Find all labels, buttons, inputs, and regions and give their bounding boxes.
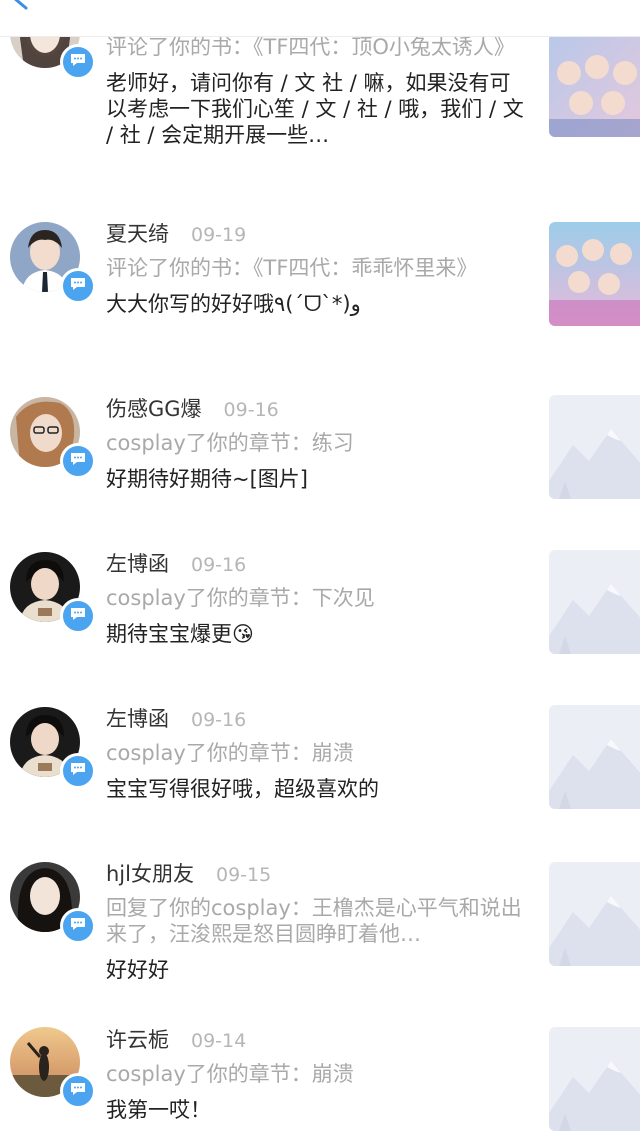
- user-name[interactable]: 许云栀: [106, 1028, 169, 1052]
- message-date: 09-19: [191, 224, 247, 246]
- comment-badge: [60, 443, 96, 479]
- user-avatar[interactable]: [10, 707, 96, 789]
- message-date: 09-15: [215, 864, 272, 886]
- message-row[interactable]: 许云栀 09-14 cosplay了你的章节：崩溃 我第一哎！: [0, 1003, 640, 1140]
- user-name[interactable]: 夏天绮: [106, 222, 169, 246]
- message-row[interactable]: hjl女朋友 09-15 回复了你的cosplay：王橹杰是心平气和说出来了，汪浚…: [0, 836, 640, 1004]
- message-date: 09-14: [191, 1030, 247, 1052]
- comment-bubble-icon: [69, 451, 87, 471]
- message-content: 夏天绮 09-19 评论了你的书：《TF四代：乖乖怀里来》 大大你写的好好哦٩(ˊ…: [106, 219, 526, 317]
- comment-text: 宝宝写得很好哦，超级喜欢的: [106, 777, 379, 801]
- message-date: 09-16: [223, 399, 279, 421]
- user-name[interactable]: hjl女朋友: [106, 862, 194, 886]
- user-avatar[interactable]: [10, 552, 96, 634]
- action-text: cosplay了你的章节：练习: [106, 431, 354, 455]
- user-avatar[interactable]: [10, 397, 96, 479]
- placeholder-thumbnail[interactable]: [549, 705, 640, 809]
- comment-bubble-icon: [69, 916, 87, 936]
- action-text: 回复了你的cosplay：王橹杰是心平气和说出来了，汪浚熙是怒目圆睁盯着他…: [106, 896, 522, 946]
- user-avatar[interactable]: [10, 862, 96, 944]
- message-row[interactable]: 左博函 09-16 cosplay了你的章节：下次见 期待宝宝爆更😘: [0, 526, 640, 682]
- comment-badge: [60, 908, 96, 944]
- comment-text: 期待宝宝爆更😘: [106, 622, 254, 646]
- comment-badge: [60, 753, 96, 789]
- message-date: 09-16: [191, 709, 247, 731]
- book-cover-image: [549, 33, 640, 137]
- action-text: 评论了你的书：《TF四代：顶O小兔太诱人》: [106, 35, 515, 59]
- book-cover-thumbnail[interactable]: [549, 222, 640, 326]
- comment-bubble-icon: [69, 276, 87, 296]
- message-date: 09-16: [191, 554, 247, 576]
- comment-bubble-icon: [69, 606, 87, 626]
- top-nav-bar: [0, 0, 640, 37]
- comment-bubble-icon: [69, 52, 87, 72]
- message-row[interactable]: 伤感GG爆 09-16 cosplay了你的章节：练习 好期待好期待~[图片]: [0, 371, 640, 527]
- placeholder-thumbnail[interactable]: [549, 395, 640, 499]
- book-cover-image: [549, 222, 640, 326]
- placeholder-thumbnail[interactable]: [549, 550, 640, 654]
- comment-badge: [60, 44, 96, 80]
- message-list: 评论了你的书：《TF四代：顶O小兔太诱人》 老师好，请问你有 / 文 社 / 嘛…: [0, 0, 640, 1140]
- user-name[interactable]: 左博函: [106, 707, 169, 731]
- action-text: cosplay了你的章节：下次见: [106, 586, 375, 610]
- message-row[interactable]: 夏天绮 09-19 评论了你的书：《TF四代：乖乖怀里来》 大大你写的好好哦٩(ˊ…: [0, 196, 640, 372]
- comment-text: 大大你写的好好哦٩(ˊᗜˋ*)و: [106, 292, 361, 316]
- message-content: 左博函 09-16 cosplay了你的章节：崩溃 宝宝写得很好哦，超级喜欢的: [106, 704, 526, 802]
- message-content: 许云栀 09-14 cosplay了你的章节：崩溃 我第一哎！: [106, 1025, 526, 1123]
- user-avatar[interactable]: [10, 1027, 96, 1109]
- placeholder-image-icon: [549, 705, 640, 809]
- message-row[interactable]: 左博函 09-16 cosplay了你的章节：崩溃 宝宝写得很好哦，超级喜欢的: [0, 681, 640, 837]
- comment-badge: [60, 268, 96, 304]
- action-text: cosplay了你的章节：崩溃: [106, 1062, 354, 1086]
- comment-bubble-icon: [69, 1081, 87, 1101]
- action-text: 评论了你的书：《TF四代：乖乖怀里来》: [106, 256, 478, 280]
- message-content: 伤感GG爆 09-16 cosplay了你的章节：练习 好期待好期待~[图片]: [106, 394, 526, 492]
- back-arrow-icon[interactable]: [10, 0, 40, 14]
- comment-text: 好好好: [106, 958, 169, 982]
- message-content: 评论了你的书：《TF四代：顶O小兔太诱人》 老师好，请问你有 / 文 社 / 嘛…: [106, 34, 526, 148]
- placeholder-image-icon: [549, 1027, 640, 1131]
- message-content: hjl女朋友 09-15 回复了你的cosplay：王橹杰是心平气和说出来了，汪浚…: [106, 859, 526, 983]
- placeholder-thumbnail[interactable]: [549, 1027, 640, 1131]
- comment-badge: [60, 598, 96, 634]
- user-avatar[interactable]: [10, 222, 96, 304]
- comment-text: 我第一哎！: [106, 1098, 211, 1122]
- book-cover-thumbnail[interactable]: [549, 33, 640, 137]
- comment-text: 好期待好期待~[图片]: [106, 467, 308, 491]
- user-name[interactable]: 左博函: [106, 552, 169, 576]
- placeholder-image-icon: [549, 862, 640, 966]
- comment-bubble-icon: [69, 761, 87, 781]
- placeholder-image-icon: [549, 550, 640, 654]
- message-content: 左博函 09-16 cosplay了你的章节：下次见 期待宝宝爆更😘: [106, 549, 526, 647]
- comment-text: 老师好，请问你有 / 文 社 / 嘛，如果没有可以考虑一下我们心笙 / 文 / …: [106, 71, 524, 147]
- action-text: cosplay了你的章节：崩溃: [106, 741, 354, 765]
- comment-badge: [60, 1073, 96, 1109]
- placeholder-thumbnail[interactable]: [549, 862, 640, 966]
- user-name[interactable]: 伤感GG爆: [106, 397, 202, 421]
- placeholder-image-icon: [549, 395, 640, 499]
